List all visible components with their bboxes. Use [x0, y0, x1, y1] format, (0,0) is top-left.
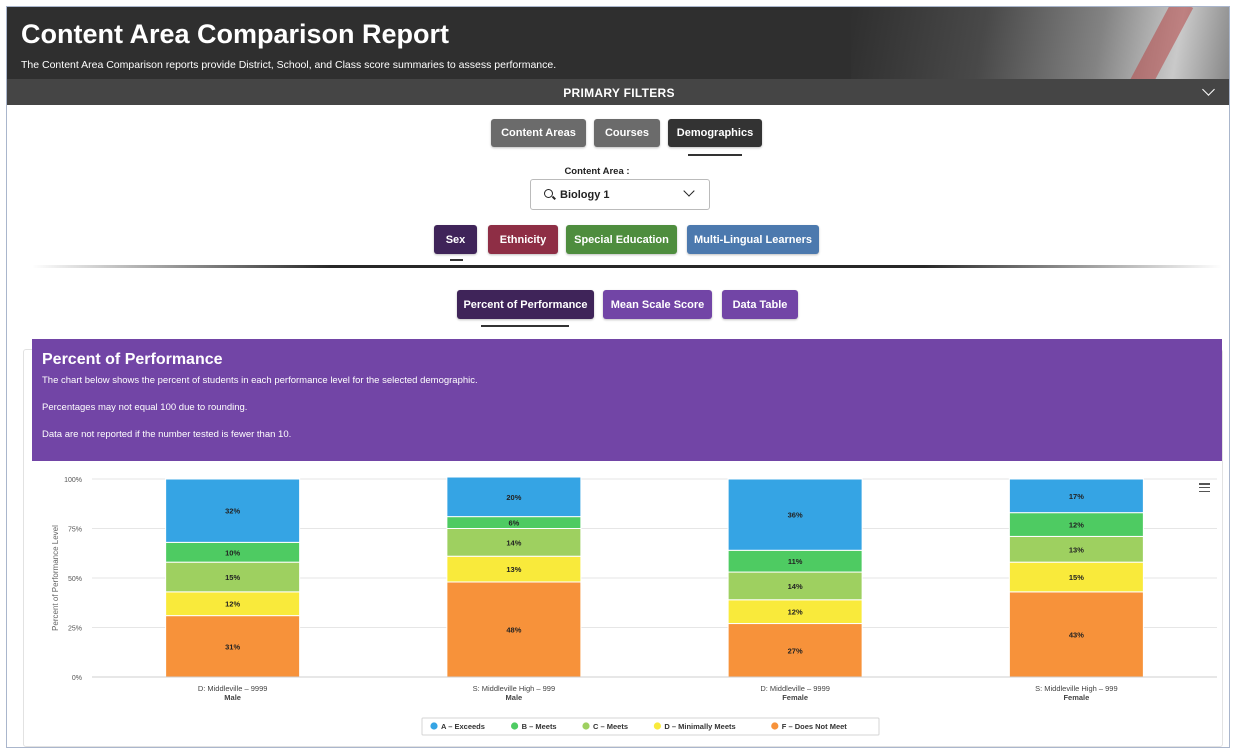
tab-content-areas[interactable]: Content Areas — [491, 119, 586, 147]
data-label: 31% — [225, 642, 240, 651]
data-label: 48% — [506, 625, 521, 634]
legend-item-label: D – Minimally Meets — [664, 722, 735, 731]
chart-menu-icon[interactable] — [1199, 483, 1210, 493]
content-area-label: Content Area : — [564, 166, 630, 177]
chart-info-suppression-note: Data are not reported if the number test… — [42, 429, 292, 440]
x-tick-label: D: Middleville – 9999 — [198, 684, 268, 693]
ethnicity-button[interactable]: Ethnicity — [488, 225, 558, 254]
data-label: 15% — [225, 573, 240, 582]
x-tick-label: S: Middleville High – 999 — [473, 684, 556, 693]
data-label: 14% — [788, 582, 803, 591]
x-tick-label: Male — [506, 693, 523, 702]
y-tick-label: 75% — [68, 527, 82, 534]
legend-item-label: B – Meets — [522, 722, 557, 731]
stacked-bar-chart: 0% 25% 50% 75% 100% Percent of Performance Le… — [51, 476, 1217, 736]
legend-marker — [430, 722, 438, 730]
data-label: 20% — [506, 493, 521, 502]
data-label: 15% — [1069, 573, 1084, 582]
search-icon — [544, 189, 553, 198]
mean-scale-score-button[interactable]: Mean Scale Score — [603, 290, 712, 319]
chart-info-description: The chart below shows the percent of stu… — [42, 375, 478, 386]
content-area-select[interactable]: Biology 1 — [530, 179, 710, 210]
tab-demographics[interactable]: Demographics — [668, 119, 762, 147]
tab-active-indicator — [688, 154, 742, 156]
legend-item-label: C – Meets — [593, 722, 628, 731]
sex-active-indicator — [450, 259, 463, 261]
report-header: Content Area Comparison Report The Conte… — [7, 7, 1229, 79]
y-tick-label: 50% — [68, 576, 82, 583]
chart-info-rounding-note: Percentages may not equal 100 due to rou… — [42, 402, 248, 413]
legend-marker — [582, 722, 590, 730]
multi-lingual-learners-button[interactable]: Multi-Lingual Learners — [687, 225, 819, 254]
data-label: 32% — [225, 507, 240, 516]
legend-marker — [771, 722, 779, 730]
data-label: 43% — [1069, 630, 1084, 639]
data-label: 6% — [508, 519, 519, 528]
section-divider — [32, 265, 1222, 268]
data-label: 27% — [788, 646, 803, 655]
data-label: 12% — [225, 600, 240, 609]
x-tick-label: S: Middleville High – 999 — [1035, 684, 1118, 693]
report-frame: Content Area Comparison Report The Conte… — [6, 6, 1230, 748]
view-active-indicator — [481, 325, 569, 327]
data-label: 14% — [506, 538, 521, 547]
percent-of-performance-button[interactable]: Percent of Performance — [457, 290, 594, 319]
data-label: 17% — [1069, 492, 1084, 501]
chevron-down-icon — [683, 185, 695, 197]
chart-info-panel: Percent of Performance The chart below s… — [32, 339, 1222, 461]
data-label: 12% — [1069, 521, 1084, 530]
data-label: 13% — [1069, 545, 1084, 554]
tab-courses[interactable]: Courses — [594, 119, 660, 147]
page-title: Content Area Comparison Report — [21, 19, 450, 49]
y-tick-label: 0% — [72, 675, 82, 682]
y-axis-title: Percent of Performance Level — [51, 525, 60, 631]
y-tick-label: 100% — [64, 477, 82, 484]
data-label: 11% — [788, 557, 803, 566]
x-tick-label: Female — [1063, 693, 1089, 702]
legend-marker — [653, 722, 662, 730]
special-education-button[interactable]: Special Education — [566, 225, 677, 254]
chart-info-title: Percent of Performance — [42, 351, 223, 368]
sex-button[interactable]: Sex — [434, 225, 477, 254]
data-table-button[interactable]: Data Table — [722, 290, 798, 319]
data-label: 10% — [225, 548, 240, 557]
primary-filters-bar[interactable]: PRIMARY FILTERS — [7, 79, 1229, 105]
primary-filters-label: PRIMARY FILTERS — [563, 86, 675, 100]
data-label: 13% — [506, 565, 521, 574]
legend-item-label: A – Exceeds — [441, 722, 485, 731]
data-label: 12% — [788, 608, 803, 617]
legend-item-label: F – Does Not Meet — [782, 722, 848, 731]
x-tick-label: D: Middleville – 9999 — [760, 684, 830, 693]
content-area-value: Biology 1 — [560, 189, 610, 201]
x-tick-label: Female — [782, 693, 808, 702]
data-label: 36% — [788, 511, 803, 520]
legend-marker — [511, 722, 519, 730]
y-tick-label: 25% — [68, 626, 82, 633]
page-subtitle: The Content Area Comparison reports prov… — [21, 59, 557, 71]
x-tick-label: Male — [224, 693, 241, 702]
